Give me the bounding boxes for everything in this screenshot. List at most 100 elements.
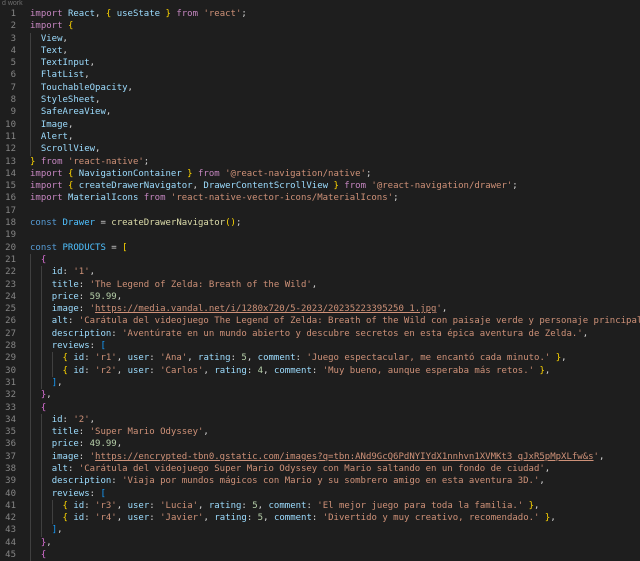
code-line[interactable]: 36 price: 49.99, [0, 438, 640, 451]
code-line[interactable]: 37 image: 'https://encrypted-tbn0.gstati… [0, 450, 640, 463]
code-line[interactable]: 33 { [0, 401, 640, 414]
indent-guide [40, 462, 42, 476]
indent-guide [30, 524, 31, 537]
code-line[interactable]: 2 import { [0, 20, 640, 32]
code-token: { [105, 9, 117, 19]
code-token: comment [257, 353, 296, 364]
code-line[interactable]: 42 { id: 'r4', user: 'Javier', rating: 5… [0, 512, 640, 525]
line-number: 26 [5, 316, 16, 327]
code-line[interactable]: 32 }, [0, 389, 640, 402]
code-line[interactable]: 1 import React, { useState } from 'react'… [0, 8, 640, 20]
code-token: from [192, 168, 226, 179]
code-line[interactable]: 6 FlatList, [0, 69, 640, 82]
code-line[interactable]: 41 { id: 'r3', user: 'Lucia', rating: 5,… [0, 499, 640, 513]
code-token: 'r3' [95, 500, 117, 511]
code-content [16, 229, 30, 241]
code-line[interactable]: 39 description: 'Viaja por mundos mágico… [0, 475, 640, 488]
code-line[interactable]: 43 ], [0, 524, 640, 537]
line-number: 36 [5, 439, 16, 450]
code-token: import [30, 181, 68, 192]
code-token: { [40, 254, 47, 265]
code-line[interactable]: 16 import MaterialIcons from 'react-nativ… [0, 192, 640, 204]
code-token: ; [143, 156, 150, 167]
code-line[interactable]: 20 const PRODUCTS = [ [0, 242, 640, 254]
code-line[interactable]: 25 image: 'https://media.vandal.net/i/12… [0, 303, 640, 316]
code-line[interactable]: 24 price: 59.99, [0, 290, 640, 304]
code-line[interactable]: 26 alt: 'Carátula del videojuego The Leg… [0, 315, 640, 328]
code-line[interactable]: 22 id: '1', [0, 266, 640, 279]
code-token: , [62, 45, 68, 56]
code-token: , [57, 525, 63, 536]
line-number: 34 [5, 414, 16, 425]
code-line[interactable]: 45 { [0, 549, 640, 561]
code-line[interactable]: 28 reviews: [ [0, 340, 640, 353]
code-token: description [51, 476, 112, 487]
code-token[interactable]: https://encrypted-tbn0.gstatic.com/image… [95, 452, 594, 462]
code-token: , [116, 365, 128, 376]
code-token: 'Muy bueno, aunque esperaba más retos.' [322, 365, 535, 376]
code-token: 'r2' [95, 365, 117, 376]
indent-guide [30, 438, 31, 451]
code-line[interactable]: 15 import { createDrawerNavigator, Drawer… [0, 180, 640, 192]
code-token: id [73, 365, 85, 376]
line-number: 20 [5, 242, 16, 253]
indent-guide [40, 376, 42, 390]
code-line[interactable]: 14 import { NavigationContainer } from '@… [0, 168, 640, 180]
code-token: image [51, 451, 79, 462]
code-line[interactable]: 4 Text, [0, 44, 640, 58]
code-token: : [78, 279, 90, 290]
code-token[interactable]: https://media.vandal.net/i/1280x720/5-20… [95, 304, 436, 314]
code-token: TextInput [40, 58, 90, 69]
indent-guide [30, 130, 31, 144]
code-line[interactable]: 44 }, [0, 536, 640, 550]
code-content: image: 'https://media.vandal.net/i/1280x… [16, 303, 447, 316]
line-number: 27 [5, 328, 16, 339]
code-token: 'Javier' [160, 513, 204, 524]
code-editor[interactable]: 1 import React, { useState } from 'react'… [0, 8, 640, 561]
code-line[interactable]: 34 id: '2', [0, 413, 640, 427]
code-line[interactable]: 27 description: 'Aventúrate en un mundo … [0, 327, 640, 341]
code-line[interactable]: 9 SafeAreaView, [0, 106, 640, 119]
code-line[interactable]: 40 reviews: [ [0, 487, 640, 500]
code-token: , [192, 181, 204, 192]
code-line[interactable]: 7 TouchableOpacity, [0, 81, 640, 95]
code-token: from [170, 9, 204, 19]
code-line[interactable]: 23 title: 'The Legend of Zelda: Breath o… [0, 278, 640, 291]
code-token: import [30, 21, 68, 32]
code-line[interactable]: 8 StyleSheet, [0, 94, 640, 107]
code-token: , [95, 95, 101, 106]
indent-guide [30, 487, 31, 500]
code-line[interactable]: 10 Image, [0, 118, 640, 131]
code-content: { [16, 549, 46, 561]
code-content: ], [16, 376, 63, 390]
code-token: : [246, 365, 258, 376]
code-line[interactable]: 31 ], [0, 376, 640, 390]
code-line[interactable]: 11 Alert, [0, 130, 640, 144]
code-line[interactable]: 12 ScrollView, [0, 143, 640, 156]
code-token: id [73, 500, 85, 511]
code-token: const [30, 218, 63, 229]
code-content: } from 'react-native'; [16, 156, 149, 168]
code-line[interactable]: 17 [0, 205, 640, 217]
code-line[interactable]: 13} from 'react-native'; [0, 156, 640, 168]
indent-guide [30, 512, 31, 525]
code-token: { [62, 353, 74, 364]
code-line[interactable]: 19 [0, 229, 640, 241]
code-token: , [95, 144, 101, 155]
code-line[interactable]: 21 { [0, 253, 640, 267]
code-token: : [78, 304, 90, 315]
code-line[interactable]: 3 View, [0, 32, 640, 45]
code-token: Drawer [62, 218, 96, 229]
code-line[interactable]: 35 title: 'Super Mario Odyssey', [0, 426, 640, 439]
code-line[interactable]: 38 alt: 'Carátula del videojuego Super M… [0, 462, 640, 476]
code-line[interactable]: 18 const Drawer = createDrawerNavigator()… [0, 217, 640, 229]
code-token: } [160, 9, 171, 19]
code-line[interactable]: 29 { id: 'r1', user: 'Ana', rating: 5, c… [0, 352, 640, 365]
code-content: { id: 'r4', user: 'Javier', rating: 5, c… [16, 512, 556, 525]
code-token: : [295, 353, 307, 364]
line-number: 30 [5, 365, 16, 376]
code-token: } [550, 353, 562, 364]
code-line[interactable]: 30 { id: 'r2', user: 'Carlos', rating: 4… [0, 364, 640, 377]
code-line[interactable]: 5 TextInput, [0, 57, 640, 70]
code-token: FlatList [40, 70, 85, 81]
